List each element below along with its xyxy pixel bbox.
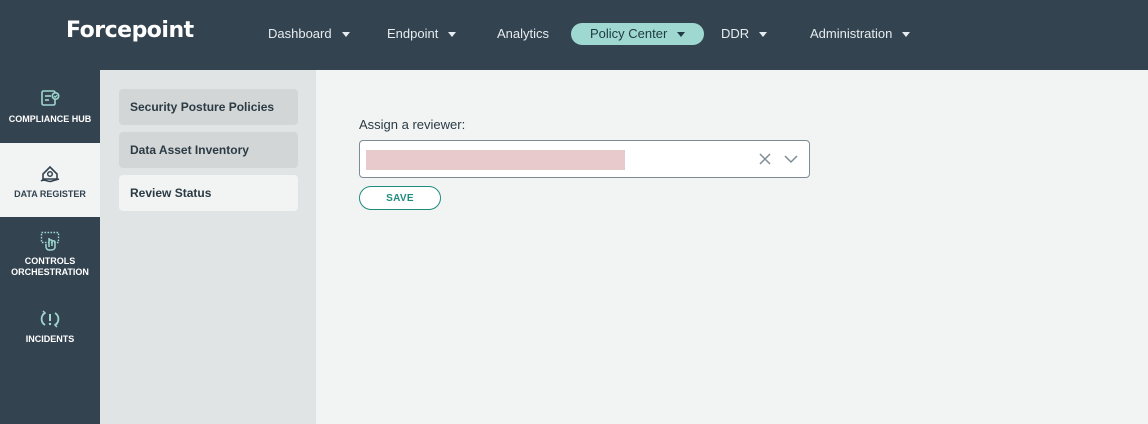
top-bar: Forcepoint Dashboard Endpoint Analytics … — [0, 0, 1148, 70]
clear-icon[interactable] — [758, 152, 772, 166]
nav-dashboard[interactable]: Dashboard — [268, 23, 350, 45]
nav-analytics[interactable]: Analytics — [497, 23, 549, 45]
sub-nav-security-posture-policies[interactable]: Security Posture Policies — [119, 89, 298, 125]
nav-analytics-label: Analytics — [497, 26, 550, 41]
left-nav-compliance-hub[interactable]: COMPLIANCE HUB — [0, 88, 100, 143]
assign-reviewer-label: Assign a reviewer: — [359, 117, 466, 132]
sub-nav-data-asset-inventory[interactable]: Data Asset Inventory — [119, 132, 298, 168]
caret-down-icon — [677, 31, 686, 37]
left-nav-label: CONTROLS ORCHESTRATION — [11, 256, 89, 277]
compliance-hub-icon — [41, 90, 60, 106]
left-nav-data-register[interactable]: DATA REGISTER — [0, 143, 100, 217]
chevron-down-icon[interactable] — [783, 152, 799, 166]
incidents-icon — [40, 310, 60, 328]
left-nav: COMPLIANCE HUB DATA REGISTER CONTROLS OR… — [0, 70, 100, 424]
save-button[interactable]: SAVE — [359, 186, 441, 210]
caret-down-icon — [448, 31, 457, 37]
data-register-icon — [40, 165, 60, 183]
controls-orchestration-icon — [40, 231, 60, 251]
left-nav-incidents[interactable]: INCIDENTS — [0, 308, 100, 348]
nav-dashboard-label: Dashboard — [268, 26, 332, 41]
left-nav-label: DATA REGISTER — [14, 189, 86, 199]
nav-administration[interactable]: Administration — [810, 23, 911, 45]
nav-ddr[interactable]: DDR — [721, 23, 768, 45]
nav-ddr-label: DDR — [721, 26, 750, 41]
reviewer-select[interactable] — [359, 140, 810, 178]
nav-administration-label: Administration — [810, 26, 893, 41]
left-nav-controls-orchestration[interactable]: CONTROLS ORCHESTRATION — [0, 230, 100, 285]
main-content: Assign a reviewer: SAVE — [316, 70, 1148, 424]
caret-down-icon — [902, 31, 911, 37]
nav-policy-center-label: Policy Center — [590, 26, 668, 41]
sub-nav-review-status[interactable]: Review Status — [119, 175, 298, 211]
sub-nav: Security Posture Policies Data Asset Inv… — [100, 70, 316, 424]
reviewer-selected-value-redacted — [366, 150, 625, 170]
left-nav-label: COMPLIANCE HUB — [8, 114, 92, 124]
caret-down-icon — [341, 31, 350, 37]
forcepoint-logo[interactable]: Forcepoint — [66, 18, 194, 43]
nav-endpoint[interactable]: Endpoint — [387, 23, 457, 45]
caret-down-icon — [759, 31, 768, 37]
left-nav-label: INCIDENTS — [25, 334, 75, 344]
nav-endpoint-label: Endpoint — [387, 26, 439, 41]
nav-policy-center[interactable]: Policy Center — [571, 23, 705, 45]
